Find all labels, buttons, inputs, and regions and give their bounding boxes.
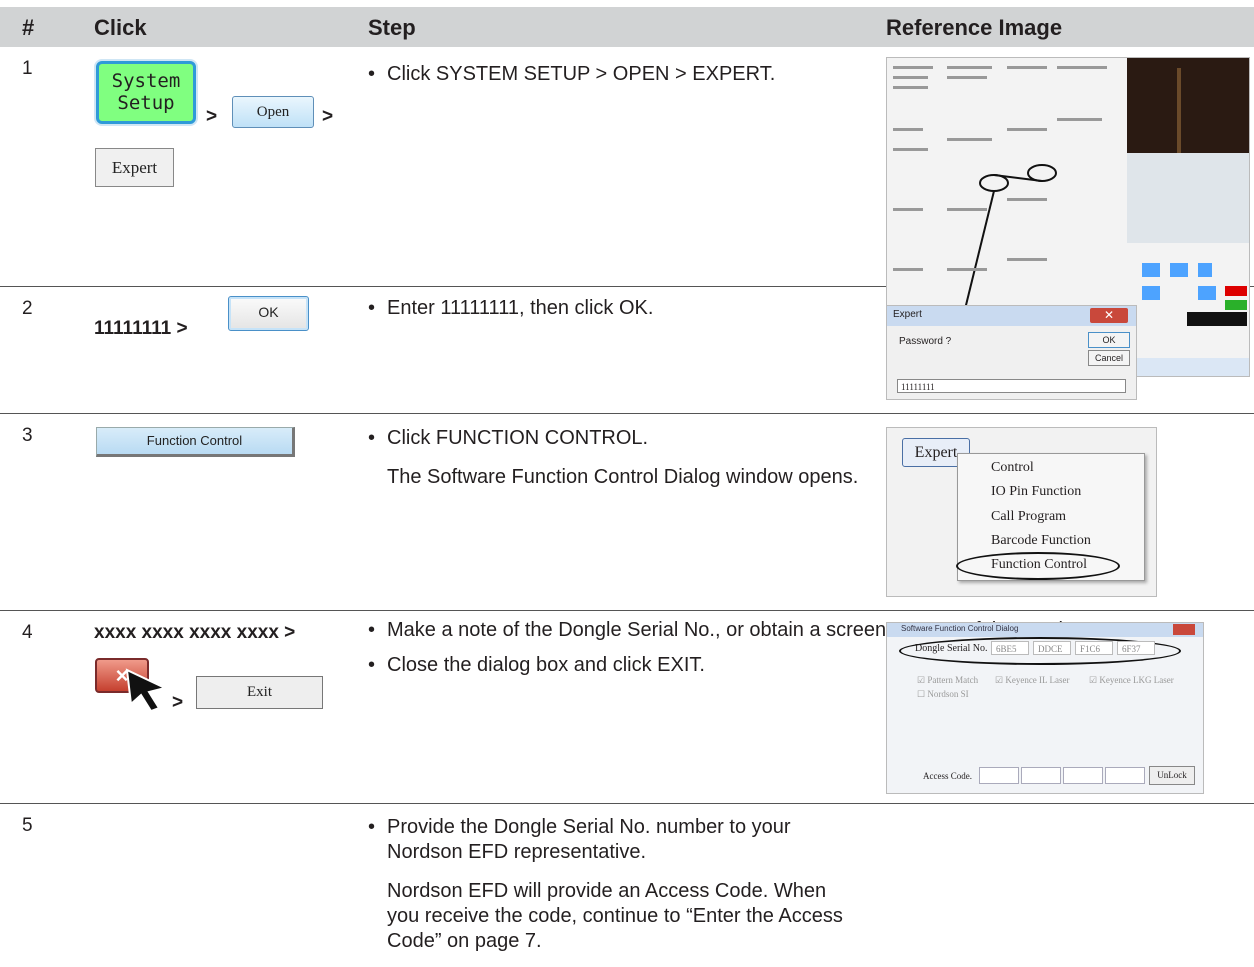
password-input[interactable]: 11111111 xyxy=(897,379,1126,393)
dialog-title: Expert xyxy=(893,309,922,320)
separator: > xyxy=(172,692,184,713)
row-number: 2 xyxy=(22,298,33,319)
table-header: # Click Step Reference Image xyxy=(0,7,1254,47)
header-step: Step xyxy=(368,15,416,40)
serial-field: 6BE5 xyxy=(991,641,1029,655)
expert-button[interactable]: Expert xyxy=(95,148,174,187)
menu-item-control[interactable]: Control xyxy=(991,460,1034,476)
access-code-field[interactable] xyxy=(979,767,1019,784)
option-checkbox: ☐ Nordson SI xyxy=(917,689,969,699)
reference-image-expert-menu: Expert Control IO Pin Function Call Prog… xyxy=(886,427,1157,597)
step-paragraph: The Software Function Control Dialog win… xyxy=(387,466,859,488)
option-checkbox: ☑ Pattern Match xyxy=(917,675,979,685)
open-button[interactable]: Open xyxy=(232,96,314,128)
dongle-serial-label: Dongle Serial No. xyxy=(915,643,988,654)
row-divider xyxy=(0,803,1254,804)
separator: > xyxy=(206,106,218,127)
serial-field: DDCE xyxy=(1033,641,1071,655)
close-icon[interactable] xyxy=(1173,624,1195,635)
menu-item-barcode-function[interactable]: Barcode Function xyxy=(991,533,1091,549)
dialog-ok-button[interactable]: OK xyxy=(1088,332,1130,348)
unlock-button[interactable]: UnLock xyxy=(1149,766,1195,785)
access-code-field[interactable] xyxy=(1021,767,1061,784)
step-text: Enter 11111111, then click OK. xyxy=(368,296,653,321)
password-code: 11111111 > xyxy=(94,318,188,339)
step-paragraph: Nordson EFD will provide an Access Code.… xyxy=(387,880,843,952)
reference-image-function-control-dialog: Software Function Control Dialog Dongle … xyxy=(886,622,1204,794)
password-label: Password ? xyxy=(899,336,952,347)
option-checkbox: ☑ Keyence LKG Laser xyxy=(1089,675,1174,685)
menu-item-io-pin-function[interactable]: IO Pin Function xyxy=(991,484,1081,500)
header-click: Click xyxy=(94,15,147,40)
step-bullet: Enter 11111111, then click OK. xyxy=(368,296,653,321)
access-code-field[interactable] xyxy=(1063,767,1103,784)
dialog-title: Software Function Control Dialog xyxy=(901,624,1019,633)
row-divider xyxy=(0,413,1254,414)
header-reference: Reference Image xyxy=(886,15,1063,40)
reference-image-password-dialog: Expert ✕ Password ? OK Cancel 11111111 xyxy=(886,305,1137,400)
menu-item-call-program[interactable]: Call Program xyxy=(991,509,1066,525)
step-bullet: Click SYSTEM SETUP > OPEN > EXPERT. xyxy=(368,62,775,87)
row-number: 3 xyxy=(22,425,33,446)
step-text: Click FUNCTION CONTROL. The Software Fun… xyxy=(368,426,858,490)
dongle-serial-placeholder: xxxx xxxx xxxx xxxx > xyxy=(94,622,296,643)
step-bullet: Provide the Dongle Serial No. number to … xyxy=(368,815,868,865)
row-number: 1 xyxy=(22,58,33,79)
function-control-button[interactable]: Function Control xyxy=(96,427,295,457)
option-checkbox: ☑ Keyence IL Laser xyxy=(995,675,1070,685)
expert-dropdown: Control IO Pin Function Call Program Bar… xyxy=(956,453,1145,581)
row-divider xyxy=(0,610,1254,611)
header-num: # xyxy=(22,15,35,40)
row-number: 5 xyxy=(22,815,33,836)
row-number: 4 xyxy=(22,622,33,643)
close-icon[interactable]: ✕ xyxy=(1090,308,1128,323)
cursor-arrow-icon xyxy=(125,668,168,713)
step-bullet: Click FUNCTION CONTROL. xyxy=(368,426,858,451)
access-code-label: Access Code. xyxy=(923,771,972,781)
ok-button[interactable]: OK xyxy=(228,296,309,331)
exit-button[interactable]: Exit xyxy=(196,676,323,709)
highlight-ellipse xyxy=(956,552,1120,580)
system-setup-button[interactable]: System Setup xyxy=(96,61,196,124)
step-text: Click SYSTEM SETUP > OPEN > EXPERT. xyxy=(368,62,775,87)
separator: > xyxy=(322,106,334,127)
dialog-cancel-button[interactable]: Cancel xyxy=(1088,350,1130,366)
serial-field: F1C6 xyxy=(1075,641,1113,655)
serial-field: 6F37 xyxy=(1117,641,1155,655)
access-code-field[interactable] xyxy=(1105,767,1145,784)
step-text: Provide the Dongle Serial No. number to … xyxy=(368,815,868,954)
